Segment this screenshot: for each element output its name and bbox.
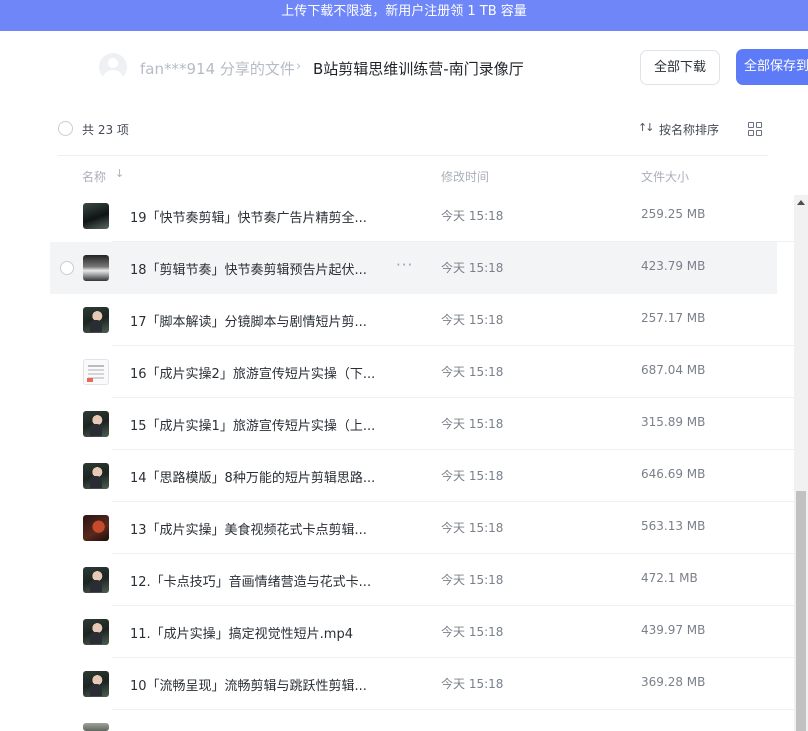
scrollbar[interactable] — [794, 195, 808, 731]
file-time: 今天 15:18 — [441, 209, 504, 223]
download-all-button[interactable]: 全部下载 — [640, 50, 720, 85]
list-item[interactable]: 14「思路模版」8种万能的短片剪辑思路... 今天 15:18 646.69 M… — [50, 450, 794, 502]
scrollbar-thumb[interactable] — [796, 491, 806, 731]
file-size: 439.97 MB — [641, 623, 706, 637]
list-item[interactable]: 15「成片实操1」旅游宣传短片实操（上... 今天 15:18 315.89 M… — [50, 398, 794, 450]
sort-button[interactable]: 按名称排序 — [638, 121, 719, 138]
file-name[interactable]: 13「成片实操」美食视频花式卡点剪辑... — [130, 519, 367, 538]
list-item[interactable]: 19「快节奏剪辑」快节奏广告片精剪全... 今天 15:18 259.25 MB — [50, 195, 794, 242]
video-thumbnail — [83, 359, 109, 385]
list-item[interactable]: 11.「成片实操」搞定视觉性短片.mp4 今天 15:18 439.97 MB — [50, 606, 794, 658]
file-time: 今天 15:18 — [441, 365, 504, 379]
save-all-button[interactable]: 全部保存到 — [736, 49, 808, 85]
video-thumbnail — [83, 515, 109, 541]
breadcrumb-owner[interactable]: fan***914 分享的文件 — [140, 58, 295, 79]
row-checkbox[interactable] — [60, 261, 74, 275]
file-size: 472.1 MB — [641, 571, 698, 585]
file-size: 646.69 MB — [641, 467, 706, 481]
file-name[interactable]: 19「快节奏剪辑」快节奏广告片精剪全... — [130, 207, 367, 226]
video-thumbnail — [83, 411, 109, 437]
column-header: 名称 ↓ 修改时间 文件大小 — [0, 156, 808, 195]
file-time: 今天 15:18 — [441, 573, 504, 587]
video-thumbnail — [83, 307, 109, 333]
more-options-icon[interactable]: ··· — [396, 256, 413, 274]
file-name[interactable]: 17「脚本解读」分镜脚本与剧情短片剪... — [130, 311, 367, 330]
video-thumbnail — [83, 619, 109, 645]
promo-banner[interactable]: 上传下载不限速，新用户注册领 1 TB 容量 — [0, 0, 808, 31]
select-all-checkbox[interactable] — [58, 121, 73, 136]
column-name[interactable]: 名称 — [82, 168, 106, 185]
file-name[interactable]: 16「成片实操2」旅游宣传短片实操（下... — [130, 363, 375, 382]
sort-icon — [638, 121, 653, 137]
file-size: 315.89 MB — [641, 415, 706, 429]
file-time: 今天 15:18 — [441, 521, 504, 535]
sort-label: 按名称排序 — [659, 123, 720, 137]
grid-view-icon[interactable] — [748, 122, 762, 136]
video-thumbnail — [83, 203, 109, 229]
file-name[interactable]: 11.「成片实操」搞定视觉性短片.mp4 — [130, 623, 353, 642]
share-header: fan***914 分享的文件 › B站剪辑思维训练营-南门录像厅 全部下载 全… — [0, 31, 808, 109]
file-time: 今天 15:18 — [441, 313, 504, 327]
breadcrumb-separator-icon: › — [296, 59, 302, 74]
video-thumbnail — [83, 463, 109, 489]
column-modified-time: 修改时间 — [441, 170, 490, 184]
column-file-size: 文件大小 — [641, 170, 690, 184]
file-name[interactable]: 15「成片实操1」旅游宣传短片实操（上... — [130, 415, 375, 434]
list-item[interactable]: 13「成片实操」美食视频花式卡点剪辑... 今天 15:18 563.13 MB — [50, 502, 794, 554]
list-item[interactable]: 16「成片实操2」旅游宣传短片实操（下... 今天 15:18 687.04 M… — [50, 346, 794, 398]
file-name[interactable]: 12.「卡点技巧」音画情绪营造与花式卡... — [130, 571, 371, 590]
item-count: 共 23 项 — [82, 123, 129, 137]
video-thumbnail — [83, 723, 109, 731]
scroll-up-arrow-icon[interactable] — [797, 200, 805, 205]
list-toolbar: 共 23 项 按名称排序 — [0, 109, 808, 155]
file-size: 257.17 MB — [641, 311, 706, 325]
file-size: 687.04 MB — [641, 363, 706, 377]
list-item[interactable]: 17「脚本解读」分镜脚本与剧情短片剪... 今天 15:18 257.17 MB — [50, 294, 794, 346]
list-item[interactable]: 12.「卡点技巧」音画情绪营造与花式卡... 今天 15:18 472.1 MB — [50, 554, 794, 606]
list-item[interactable]: 18「剪辑节奏」快节奏剪辑预告片起伏... ··· 今天 15:18 423.7… — [50, 242, 777, 294]
file-list: 19「快节奏剪辑」快节奏广告片精剪全... 今天 15:18 259.25 MB… — [0, 195, 794, 731]
sort-down-icon[interactable]: ↓ — [115, 167, 124, 180]
file-size: 259.25 MB — [641, 207, 706, 221]
list-item[interactable] — [50, 679, 777, 731]
promo-text: 上传下载不限速，新用户注册领 1 TB 容量 — [281, 4, 527, 19]
file-name[interactable]: 18「剪辑节奏」快节奏剪辑预告片起伏... — [130, 259, 367, 278]
file-name[interactable]: 14「思路模版」8种万能的短片剪辑思路... — [130, 467, 375, 486]
file-time: 今天 15:18 — [441, 469, 504, 483]
file-size: 563.13 MB — [641, 519, 706, 533]
file-time: 今天 15:18 — [441, 261, 504, 275]
file-time: 今天 15:18 — [441, 625, 504, 639]
avatar — [99, 53, 127, 81]
file-time: 今天 15:18 — [441, 417, 504, 431]
file-size: 423.79 MB — [641, 259, 706, 273]
breadcrumb-current-folder: B站剪辑思维训练营-南门录像厅 — [313, 60, 524, 78]
video-thumbnail — [83, 567, 109, 593]
video-thumbnail — [83, 255, 109, 281]
